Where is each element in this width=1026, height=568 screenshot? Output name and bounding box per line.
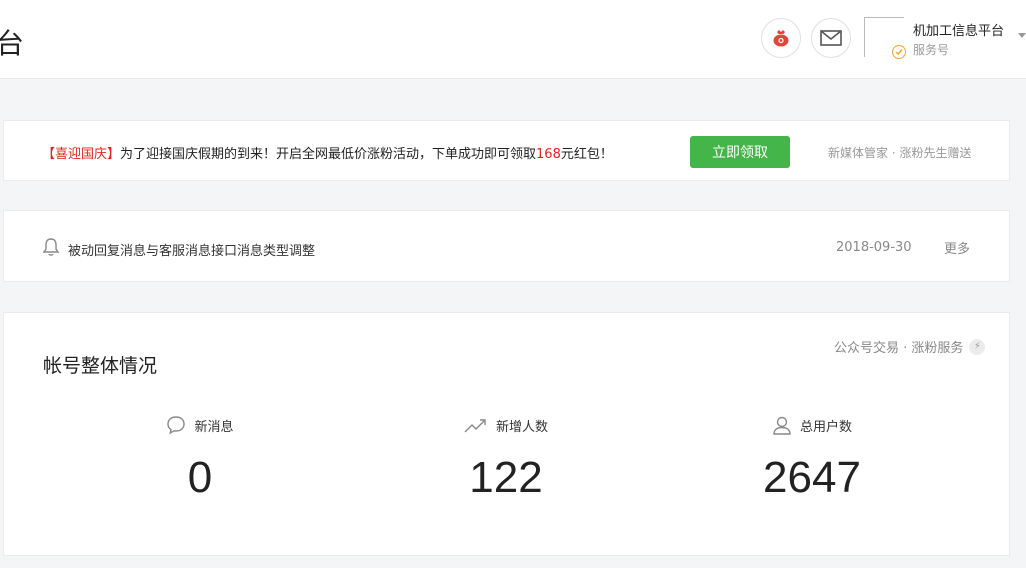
top-bar: 台 机加工信息平台 服务号 <box>0 0 1026 79</box>
notice-date: 2018-09-30 <box>836 240 912 255</box>
notice-card: 被动回复消息与客服消息接口消息类型调整 2018-09-30 更多 <box>3 210 1010 282</box>
promo-tag: 【喜迎国庆】 <box>42 147 121 162</box>
overview-services-link[interactable]: 公众号交易 · 涨粉服务 ⚡ <box>834 337 986 356</box>
user-icon <box>773 416 791 435</box>
stat-label: 新增人数 <box>495 419 548 435</box>
stat-new-messages[interactable]: 新消息 0 <box>90 413 310 503</box>
messages-button[interactable] <box>811 18 851 58</box>
bell-icon <box>42 238 60 256</box>
chevron-down-icon[interactable] <box>1018 33 1026 38</box>
overview-title: 帐号整体情况 <box>43 355 158 377</box>
stat-value: 2647 <box>763 453 861 502</box>
stat-label: 新消息 <box>194 419 234 435</box>
stat-value: 122 <box>469 453 543 502</box>
promo-text: 【喜迎国庆】为了迎接国庆假期的到来！开启全网最低价涨粉活动，下单成功即可领取16… <box>42 143 613 162</box>
money-bag-button[interactable] <box>761 18 801 58</box>
chat-bubble-icon <box>167 416 186 435</box>
claim-button[interactable]: 立即领取 <box>690 136 790 168</box>
stat-total-users[interactable]: 总用户数 2647 <box>702 413 922 503</box>
stat-label: 总用户数 <box>799 419 852 435</box>
account-type: 服务号 <box>913 43 950 57</box>
notice-more-link[interactable]: 更多 <box>944 238 970 257</box>
promo-banner: 【喜迎国庆】为了迎接国庆假期的到来！开启全网最低价涨粉活动，下单成功即可领取16… <box>3 120 1010 181</box>
promo-amount: 168 <box>536 147 561 162</box>
account-overview-card: 帐号整体情况 公众号交易 · 涨粉服务 ⚡ 新消息 0 新增人数 122 总用户… <box>3 312 1010 556</box>
bolt-icon: ⚡ <box>969 338 986 355</box>
trend-up-icon <box>464 419 486 433</box>
notice-title[interactable]: 被动回复消息与客服消息接口消息类型调整 <box>68 240 315 259</box>
stat-new-followers[interactable]: 新增人数 122 <box>396 413 616 503</box>
page-title: 台 <box>0 27 25 60</box>
avatar[interactable] <box>864 17 906 59</box>
promo-body: 为了迎接国庆假期的到来！开启全网最低价涨粉活动，下单成功即可领取 <box>120 147 537 162</box>
account-name[interactable]: 机加工信息平台 <box>913 20 1004 39</box>
mail-icon <box>820 30 842 46</box>
money-bag-icon <box>773 30 789 47</box>
promo-suffix: 元红包！ <box>560 147 613 162</box>
verified-badge-icon <box>892 45 906 59</box>
stat-value: 0 <box>187 453 213 502</box>
overview-link-label: 公众号交易 · 涨粉服务 <box>834 341 964 356</box>
promo-source[interactable]: 新媒体管家 · 涨粉先生赠送 <box>828 144 971 161</box>
